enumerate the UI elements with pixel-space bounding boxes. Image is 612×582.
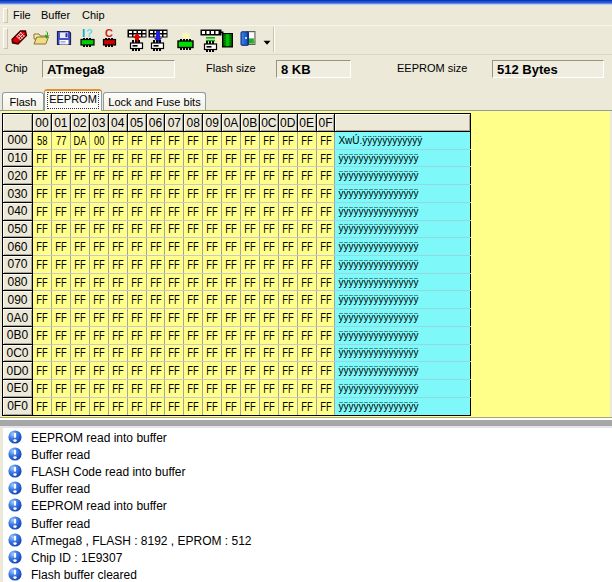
svg-text:I: I: [82, 27, 85, 39]
svg-text:?: ?: [86, 27, 93, 39]
svg-text:C: C: [105, 27, 113, 39]
